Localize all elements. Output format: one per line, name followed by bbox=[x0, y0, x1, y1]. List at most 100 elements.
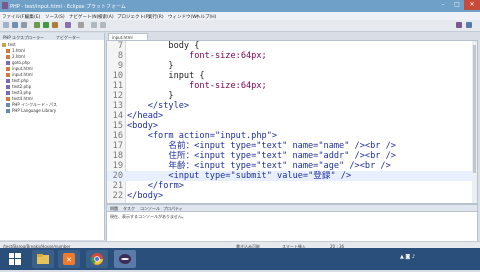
menu-project[interactable]: プロジェクト(P) bbox=[117, 14, 150, 20]
code-text: </body> bbox=[127, 191, 164, 201]
editor-vertical-scrollbar[interactable] bbox=[472, 41, 477, 203]
menu-file[interactable]: ファイル(F) bbox=[2, 14, 26, 20]
menu-run[interactable]: 実行(R) bbox=[148, 14, 164, 20]
line-number: 19 bbox=[112, 161, 123, 171]
code-line[interactable]: 17 名前：<input type="text" name="name" /><… bbox=[107, 141, 477, 151]
system-tray: ▲ ◙ ♪ bbox=[400, 254, 416, 260]
code-text: <body> bbox=[127, 121, 159, 131]
toolbar bbox=[0, 20, 480, 32]
code-line[interactable]: 7 body { bbox=[107, 41, 477, 51]
line-number: 21 bbox=[112, 181, 123, 191]
code-line[interactable]: 15 <body> bbox=[107, 121, 477, 131]
php-file-icon bbox=[6, 79, 10, 83]
save-icon[interactable] bbox=[12, 22, 18, 28]
perspective-php-icon[interactable] bbox=[466, 22, 472, 28]
close-icon[interactable]: ✕ bbox=[464, 0, 480, 10]
xampp-icon[interactable]: ✕ bbox=[58, 250, 80, 268]
menu-help[interactable]: ヘルプ(H) bbox=[196, 14, 216, 20]
code-text: input { bbox=[127, 71, 205, 81]
code-line[interactable]: 21 </form> bbox=[107, 181, 477, 191]
menu-navigate[interactable]: ナビゲート(N) bbox=[69, 14, 98, 20]
line-number: 11 bbox=[112, 81, 123, 91]
code-text: body { bbox=[127, 41, 200, 51]
code-text: </head> bbox=[127, 111, 164, 121]
php-file-icon bbox=[6, 91, 10, 95]
back-icon[interactable] bbox=[91, 22, 97, 28]
line-number: 17 bbox=[112, 141, 123, 151]
library-icon bbox=[6, 109, 10, 113]
chrome-icon[interactable] bbox=[86, 250, 108, 268]
search-icon[interactable] bbox=[78, 22, 84, 28]
project-folder-icon bbox=[2, 43, 6, 47]
code-line[interactable]: 10 input { bbox=[107, 71, 477, 81]
menubar: ファイル(F) 編集(E) ソース(S) ナビゲート(N) 検索(A) プロジェ… bbox=[0, 12, 480, 20]
code-line[interactable]: 18 住所：<input type="text" name="addr" /><… bbox=[107, 151, 477, 161]
new-file-icon[interactable] bbox=[3, 22, 9, 28]
eclipse-icon[interactable] bbox=[114, 250, 136, 268]
code-line[interactable]: 14 </head> bbox=[107, 111, 477, 121]
line-number: 16 bbox=[112, 131, 123, 141]
code-line[interactable]: 11 font-size:64px; bbox=[107, 81, 477, 91]
file-explorer-icon[interactable] bbox=[32, 250, 54, 268]
code-line[interactable]: 12 } bbox=[107, 91, 477, 101]
php-explorer-pane: PHP エクスプローラー ナビゲーター test 1.html 2.html g… bbox=[0, 33, 105, 240]
eclipse-app-icon bbox=[2, 2, 8, 9]
line-number: 7 bbox=[117, 41, 123, 51]
code-text: 名前：<input type="text" name="name" /><br … bbox=[127, 141, 396, 151]
windows-start-icon[interactable] bbox=[4, 250, 26, 268]
menu-window[interactable]: ウィンドウ(W) bbox=[168, 14, 198, 20]
code-text: } bbox=[127, 61, 174, 71]
line-number: 8 bbox=[117, 51, 123, 61]
code-text: <form action="input.php"> bbox=[127, 131, 278, 141]
window-title: PHP - test/input.html - Eclipse プラットフォーム bbox=[10, 4, 126, 10]
tree-item-php-library[interactable]: PHP Language Library bbox=[6, 108, 56, 114]
console-message: 現在、表示するコンソールがありません。 bbox=[110, 214, 186, 219]
code-text: <input type="submit" value="登録" /> bbox=[127, 171, 352, 181]
menu-search[interactable]: 検索(A) bbox=[98, 14, 114, 20]
menu-edit[interactable]: 編集(E) bbox=[25, 14, 40, 20]
scrollbar-thumb[interactable] bbox=[473, 45, 476, 173]
html-file-icon bbox=[6, 73, 10, 77]
code-text: </style> bbox=[127, 101, 190, 111]
editor-tab-input-html[interactable]: input.html bbox=[108, 33, 148, 40]
code-line[interactable]: 16 <form action="input.php"> bbox=[107, 131, 477, 141]
forward-icon[interactable] bbox=[100, 22, 106, 28]
line-number: 10 bbox=[112, 71, 123, 81]
window-titlebar: PHP - test/input.html - Eclipse プラットフォーム… bbox=[0, 0, 480, 12]
code-line[interactable]: 8 font-size:64px; bbox=[107, 51, 477, 61]
minimize-icon[interactable]: – bbox=[436, 0, 450, 10]
line-number: 20 bbox=[112, 171, 123, 181]
code-line[interactable]: 20 <input type="submit" value="登録" /> bbox=[107, 171, 477, 181]
code-text: 住所：<input type="text" name="addr" /><br … bbox=[127, 151, 396, 161]
line-number: 12 bbox=[112, 91, 123, 101]
perspective-icon[interactable] bbox=[456, 22, 462, 28]
maximize-icon[interactable]: □ bbox=[450, 0, 464, 10]
line-number: 13 bbox=[112, 101, 123, 111]
code-line[interactable]: 13 </style> bbox=[107, 101, 477, 111]
php-file-icon bbox=[6, 61, 10, 65]
code-text: } bbox=[127, 91, 174, 101]
new-php-project-icon[interactable] bbox=[65, 22, 71, 28]
line-number: 18 bbox=[112, 151, 123, 161]
run-icon[interactable] bbox=[43, 22, 49, 28]
code-line[interactable]: 22 </body> bbox=[107, 191, 477, 201]
code-line[interactable]: 19 年齢：<input type="text" name="age" /><b… bbox=[107, 161, 477, 171]
print-icon[interactable] bbox=[21, 22, 27, 28]
line-number: 14 bbox=[112, 111, 123, 121]
line-number: 15 bbox=[112, 121, 123, 131]
tab-navigator[interactable]: ナビゲーター bbox=[56, 35, 80, 41]
code-line[interactable]: 9 } bbox=[107, 61, 477, 71]
tab-php-explorer[interactable]: PHP エクスプローラー bbox=[3, 35, 44, 41]
line-number: 22 bbox=[112, 191, 123, 201]
explorer-tabs: PHP エクスプローラー ナビゲーター bbox=[0, 33, 104, 40]
code-editor[interactable]: 7 body {8 font-size:64px; 9 } 10 input {11… bbox=[106, 40, 478, 204]
html-file-icon bbox=[6, 49, 10, 53]
windows-taskbar: ✕ ▲ ◙ ♪ bbox=[0, 248, 480, 270]
external-tools-icon[interactable] bbox=[52, 22, 58, 28]
code-text: </form> bbox=[127, 181, 184, 191]
html-file-icon bbox=[6, 97, 10, 101]
code-text: font-size:64px; bbox=[127, 81, 267, 91]
html-file-icon bbox=[6, 67, 10, 71]
menu-source[interactable]: ソース(S) bbox=[45, 14, 65, 20]
debug-icon[interactable] bbox=[34, 22, 40, 28]
